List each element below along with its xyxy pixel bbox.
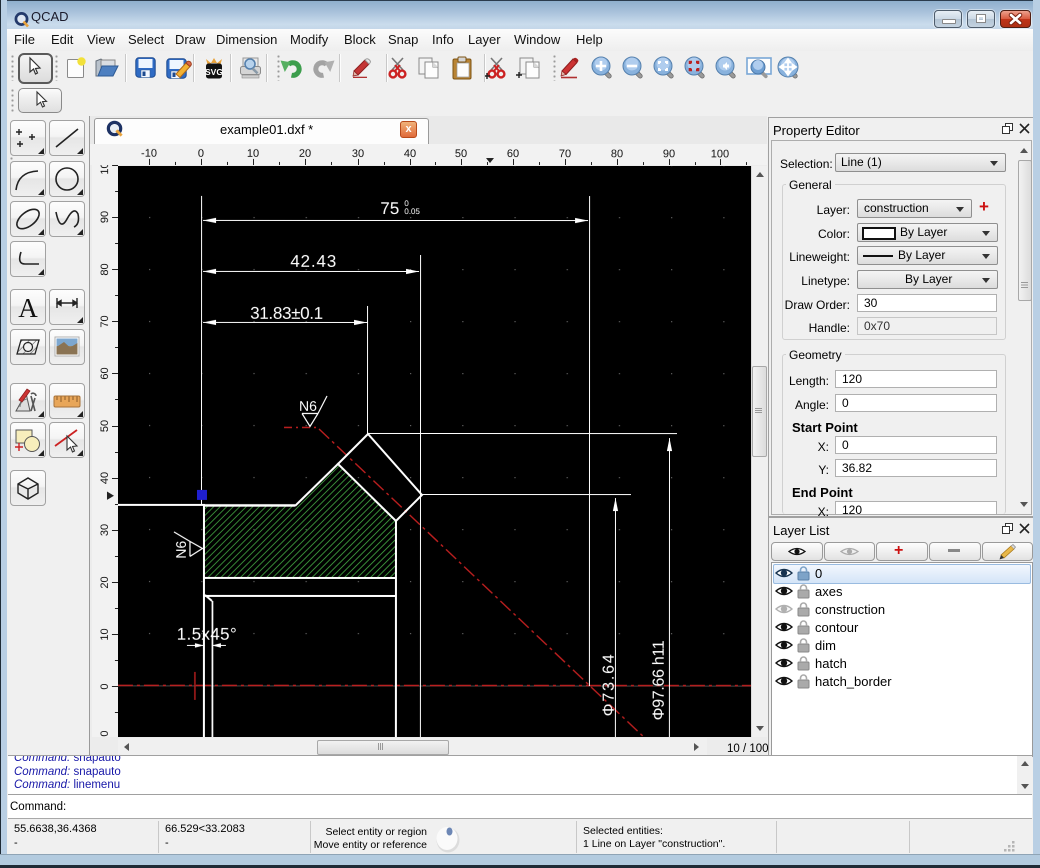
svg-text:90: 90	[99, 211, 111, 223]
svg-text:75: 75	[380, 199, 399, 218]
svg-text:60: 60	[507, 148, 519, 160]
svg-text:10: 10	[247, 148, 259, 160]
svg-text:42.43: 42.43	[290, 252, 336, 271]
svg-text:30: 30	[99, 524, 111, 536]
svg-text:0: 0	[99, 683, 111, 689]
svg-text:N6: N6	[299, 398, 317, 414]
svg-text:0: 0	[198, 148, 204, 160]
svg-text:50: 50	[455, 148, 467, 160]
svg-text:31.83±0.1: 31.83±0.1	[250, 304, 323, 323]
svg-text:Φ73.64: Φ73.64	[601, 654, 618, 716]
svg-text:20: 20	[99, 576, 111, 588]
svg-text:60: 60	[99, 367, 111, 379]
svg-text:10: 10	[99, 628, 111, 640]
svg-text:N6: N6	[173, 541, 189, 559]
svg-text:80: 80	[99, 263, 111, 275]
svg-text:70: 70	[559, 148, 571, 160]
svg-text:20: 20	[299, 148, 311, 160]
svg-text:-10: -10	[99, 731, 111, 737]
svg-text:1.5x45°: 1.5x45°	[177, 625, 237, 644]
svg-text:90: 90	[663, 148, 675, 160]
svg-text:0.05: 0.05	[404, 207, 420, 216]
svg-text:40: 40	[99, 472, 111, 484]
svg-text:A: A	[18, 293, 38, 323]
svg-text:100: 100	[711, 148, 729, 160]
svg-text:100: 100	[99, 165, 111, 175]
svg-text:SVG: SVG	[205, 67, 223, 77]
svg-text:70: 70	[99, 315, 111, 327]
svg-text:30: 30	[352, 148, 364, 160]
svg-text:40: 40	[404, 148, 416, 160]
svg-text:-10: -10	[141, 148, 157, 160]
svg-text:Φ97.66 h11: Φ97.66 h11	[651, 640, 668, 720]
svg-text:50: 50	[99, 420, 111, 432]
svg-text:80: 80	[611, 148, 623, 160]
